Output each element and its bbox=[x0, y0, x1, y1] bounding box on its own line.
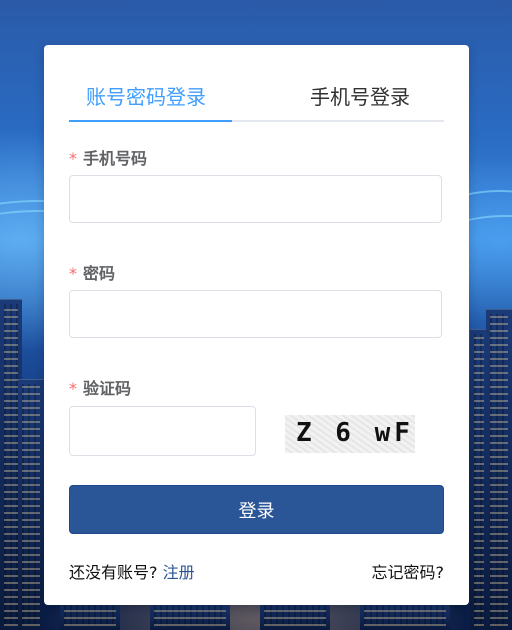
required-mark: * bbox=[69, 264, 77, 283]
tab-password-login[interactable]: 账号密码登录 bbox=[86, 81, 206, 110]
phone-input[interactable] bbox=[69, 175, 442, 223]
required-mark: * bbox=[69, 379, 77, 398]
captcha-image[interactable]: Z 6 wF bbox=[285, 415, 415, 453]
login-card: 账号密码登录 手机号登录 * 手机号码 * 密码 * 验证码 Z 6 wF 登录 还没… bbox=[44, 45, 469, 605]
phone-label: * 手机号码 bbox=[69, 145, 147, 169]
captcha-label: * 验证码 bbox=[69, 375, 131, 399]
login-button[interactable]: 登录 bbox=[69, 485, 444, 534]
password-input[interactable] bbox=[69, 290, 442, 338]
building bbox=[18, 379, 44, 630]
register-link[interactable]: 注册 bbox=[163, 563, 195, 582]
forgot-password-link[interactable]: 忘记密码? bbox=[372, 559, 445, 583]
required-mark: * bbox=[69, 149, 77, 168]
tab-phone-login[interactable]: 手机号登录 bbox=[310, 81, 410, 110]
login-tabs: 账号密码登录 手机号登录 bbox=[69, 75, 444, 122]
no-account-text: 还没有账号? bbox=[69, 563, 158, 582]
register-prompt: 还没有账号? 注册 bbox=[69, 559, 195, 583]
captcha-input[interactable] bbox=[69, 406, 256, 456]
captcha-image-text: Z 6 wF bbox=[296, 418, 414, 448]
phone-label-text: 手机号码 bbox=[83, 149, 148, 168]
password-label: * 密码 bbox=[69, 260, 115, 284]
password-label-text: 密码 bbox=[83, 264, 116, 283]
captcha-label-text: 验证码 bbox=[83, 379, 132, 398]
active-tab-indicator bbox=[69, 120, 232, 122]
building bbox=[486, 309, 512, 630]
